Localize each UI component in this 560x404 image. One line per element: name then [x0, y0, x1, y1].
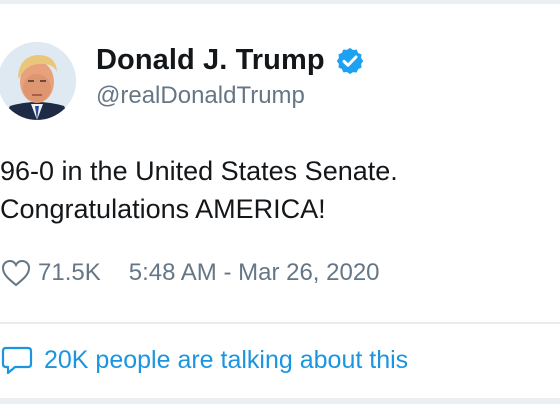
- tweet-timestamp[interactable]: 5:48 AM - Mar 26, 2020: [129, 259, 380, 287]
- conversation-link[interactable]: 20K people are talking about this: [0, 342, 408, 378]
- tweet-text-line: 96-0 in the United States Senate.: [0, 156, 398, 186]
- tweet-text: 96-0 in the United States Senate. Congra…: [0, 152, 398, 228]
- author-row: Donald J. Trump: [96, 44, 365, 77]
- divider: [0, 322, 560, 324]
- bottom-divider: [0, 398, 560, 404]
- tweet-text-line: Congratulations AMERICA!: [0, 194, 326, 224]
- heart-icon[interactable]: [0, 258, 32, 288]
- verified-badge-icon: [335, 46, 365, 76]
- tweet-card: Donald J. Trump @realDonaldTrump 96-0 in…: [0, 0, 560, 404]
- speech-bubble-icon: [0, 344, 34, 376]
- avatar[interactable]: [0, 42, 76, 120]
- user-handle[interactable]: @realDonaldTrump: [96, 82, 305, 110]
- display-name[interactable]: Donald J. Trump: [96, 44, 325, 77]
- top-divider: [0, 0, 560, 4]
- tweet-meta: 71.5K 5:48 AM - Mar 26, 2020: [0, 256, 380, 290]
- conversation-label[interactable]: 20K people are talking about this: [44, 346, 408, 375]
- like-count[interactable]: 71.5K: [38, 259, 101, 287]
